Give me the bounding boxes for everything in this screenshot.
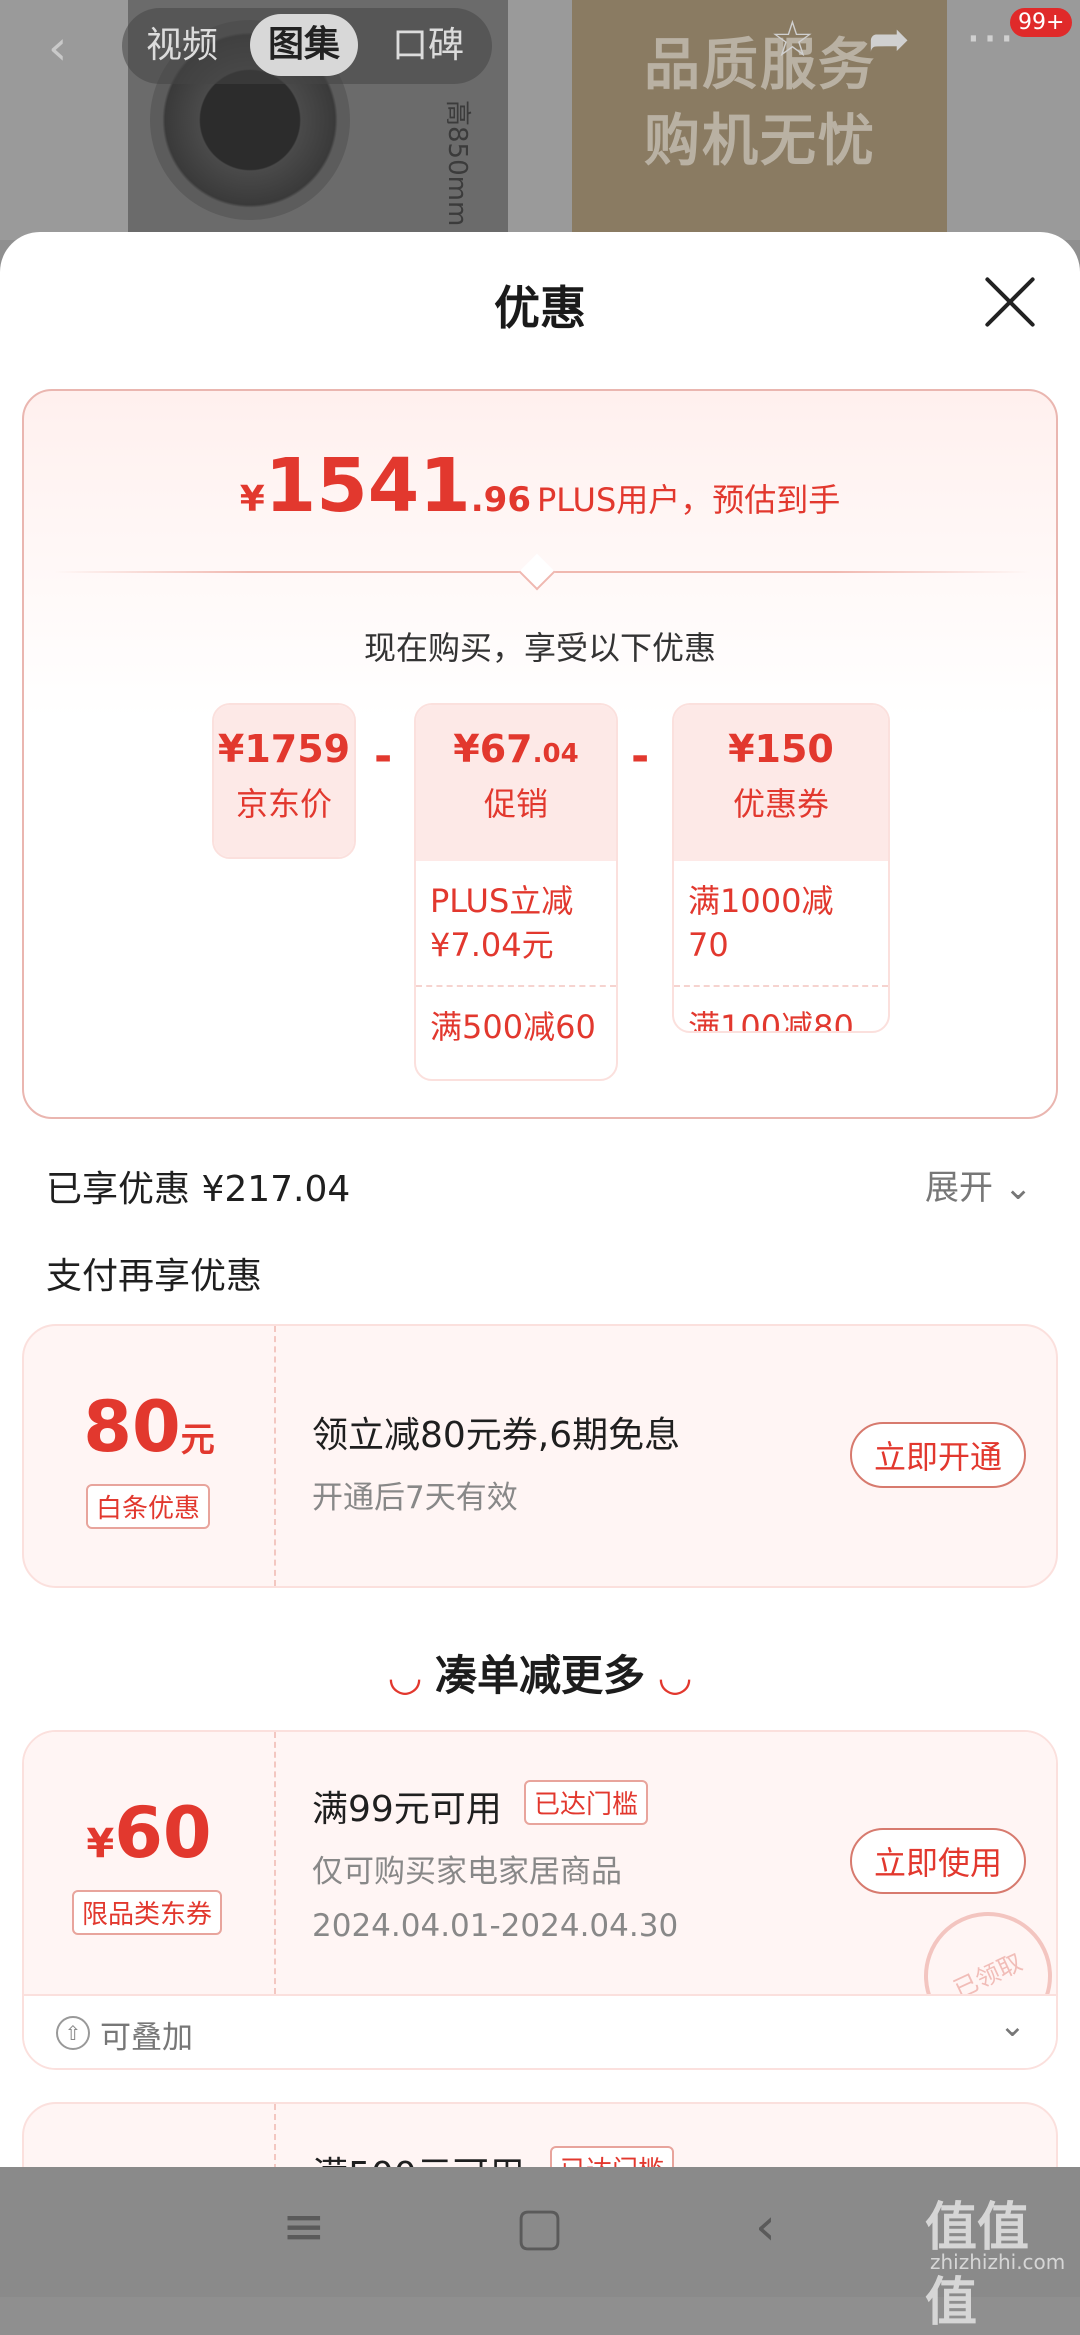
promotion-item-plus: PLUS立减 ¥7.04元 [430, 882, 574, 964]
card-divider [274, 1732, 276, 1994]
price-decimal: .96 [470, 480, 531, 520]
more-discount-title: ◡ 凑单减更多 ◡ [389, 1651, 691, 1700]
promotion-box: ¥67.04 促销 PLUS立减 ¥7.04元 满500减60 [414, 703, 618, 1081]
close-icon[interactable] [980, 272, 1040, 332]
coupon-card-2[interactable]: 满500元可用 已达门槛 [22, 2102, 1058, 2167]
coupon-main: ¥60 限品类东券 满99元可用 已达门槛 仅可购买家电家居商品 2024.04… [24, 1732, 1056, 2062]
chevron-down-icon[interactable]: ⌄ [999, 2006, 1026, 2044]
price-integer: 1541 [264, 443, 471, 529]
coupon-value: ¥60 [86, 1792, 212, 1874]
threshold-reached-tag: 已达门槛 [524, 1780, 649, 1825]
stack-icon: ⇧ [56, 2016, 90, 2050]
expand-toggle[interactable]: 展开 ⌄ [925, 1160, 1032, 1209]
message-count-badge: 99+ [1010, 8, 1073, 37]
menu-icon[interactable]: ≡ [282, 2197, 326, 2257]
activate-button[interactable]: 立即开通 [850, 1422, 1027, 1488]
home-icon[interactable]: ▢ [515, 2197, 564, 2257]
coupon2-status-tag: 已达门槛 [550, 2146, 675, 2167]
pay-offer-card[interactable]: 80元 白条优惠 领立减80元券,6期免息 开通后7天有效 立即开通 [22, 1324, 1058, 1588]
site-watermark-url: zhizhizhi.com [930, 2250, 1066, 2274]
minus-sign-2: - [631, 731, 650, 782]
chevron-down-icon: ⌄ [1003, 1168, 1033, 1208]
pay-offer-title: 领立减80元券,6期免息 [312, 1415, 681, 1456]
jd-price-box: ¥1759 京东价 [212, 703, 356, 859]
jd-price-amount: ¥1759 [217, 727, 351, 771]
tab-video[interactable]: 视频 [146, 8, 218, 84]
coupon-amount: ¥150 [728, 727, 834, 771]
coupon-card[interactable]: ¥60 限品类东券 满99元可用 已达门槛 仅可购买家电家居商品 2024.04… [22, 1730, 1058, 2070]
stackable-label: 可叠加 [100, 2020, 193, 2056]
pay-offer-subtitle: 开通后7天有效 [312, 1480, 518, 1516]
now-buy-text: 现在购买，享受以下优惠 [363, 629, 716, 667]
promotion-label: 促销 [483, 785, 548, 823]
coupon-validity: 2024.04.01-2024.04.30 [312, 1908, 679, 1944]
divider-notch [518, 553, 556, 591]
estimated-final-price: ¥1541.96 PLUS用户，预估到手 [24, 443, 1056, 529]
favorite-star-icon[interactable]: ☆ [770, 10, 815, 68]
minus-sign: - [374, 731, 393, 782]
coupon-label: 优惠券 [732, 785, 829, 823]
tab-reviews[interactable]: 口碑 [392, 8, 464, 84]
coupon-title: 满99元可用 [312, 1789, 502, 1830]
smile-icon: ◡ [389, 1654, 421, 1700]
discount-sheet: 优惠 ¥1541.96 PLUS用户，预估到手 现在购买，享受以下优惠 ¥1759… [0, 232, 1080, 2167]
coupon-box: ¥150 优惠券 满1000减70 满100减80 [672, 703, 890, 1033]
coupon-item-1: 满1000减70 [688, 882, 834, 964]
tab-gallery[interactable]: 图集 [250, 14, 359, 76]
card-divider [274, 1326, 276, 1586]
coupon-item-2: 满100减80 [674, 985, 888, 1031]
baitiao-tag: 白条优惠 [86, 1484, 211, 1529]
back-icon[interactable]: ‹ [48, 20, 67, 76]
coupon2-title: 满500元可用 [312, 2146, 525, 2167]
pay-section-title: 支付再享优惠 [46, 1256, 263, 1297]
jd-price-label: 京东价 [235, 785, 332, 823]
price-breakdown-card: ¥1541.96 PLUS用户，预估到手 现在购买，享受以下优惠 ¥1759 京东… [22, 389, 1058, 1119]
dimension-label: 高850mm [442, 100, 472, 227]
card-divider [274, 2104, 276, 2167]
enjoyed-discount-total: 已享优惠 ¥217.04 [46, 1169, 351, 1210]
promotion-amount: ¥67.04 [453, 727, 579, 771]
coupon-category-tag: 限品类东券 [72, 1890, 223, 1935]
stackable-row[interactable]: ⇧ 可叠加 ⌄ [24, 1994, 1056, 2068]
currency-symbol: ¥ [239, 479, 265, 520]
sheet-title: 优惠 [494, 281, 586, 335]
smile-icon: ◡ [659, 1654, 691, 1700]
promo-banner-line2: 购机无忧 [644, 109, 876, 174]
promotion-item-threshold: 满500减60 [416, 985, 616, 1067]
pay-offer-amount: 80元 [83, 1386, 215, 1468]
more-icon[interactable]: ⋯ [965, 8, 1015, 66]
back-nav-icon[interactable]: ‹ [755, 2197, 776, 2257]
share-icon[interactable]: ➦ [868, 10, 910, 68]
use-now-button[interactable]: 立即使用 [850, 1828, 1027, 1894]
price-label: PLUS用户，预估到手 [536, 481, 841, 519]
coupon-description: 仅可购买家电家居商品 [312, 1854, 622, 1890]
system-nav-bar: ≡ ▢ ‹ [0, 2167, 1080, 2297]
